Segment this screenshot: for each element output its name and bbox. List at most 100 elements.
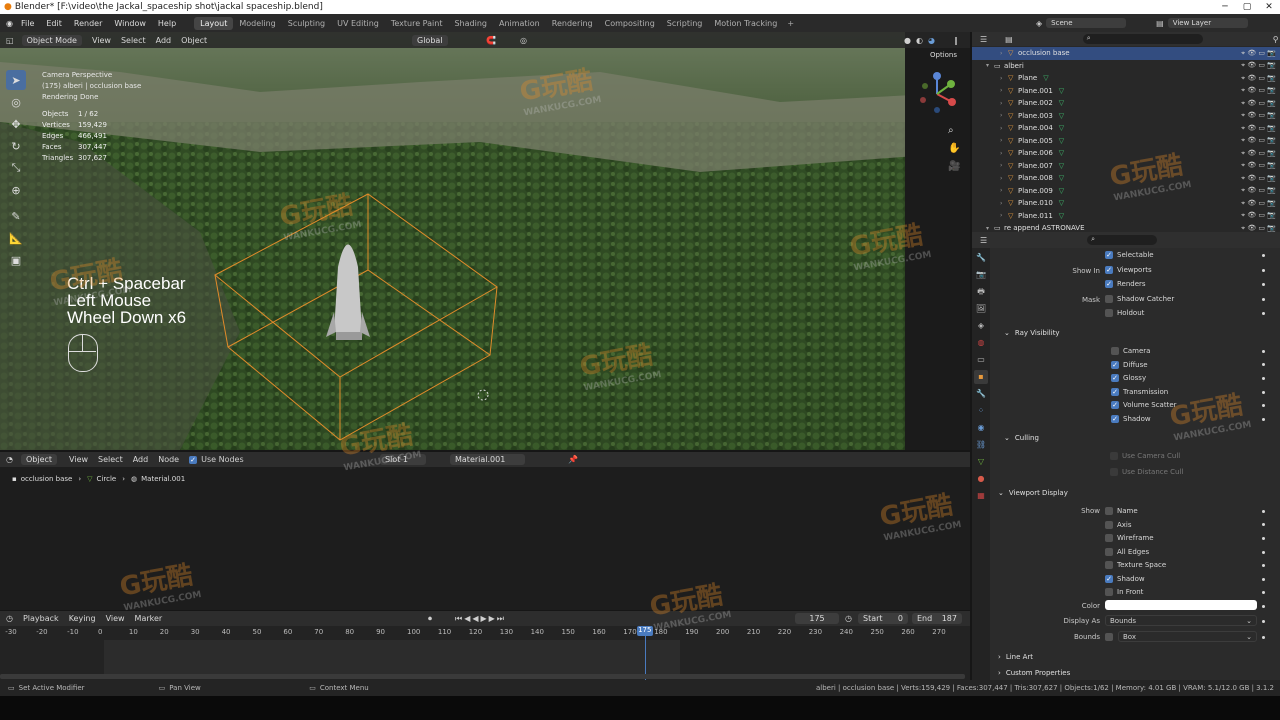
chevron-right-icon[interactable]: › xyxy=(1000,175,1008,182)
ray-transmission-checkbox[interactable]: ✓ Transmission xyxy=(1111,387,1168,396)
chevron-right-icon[interactable]: › xyxy=(1000,50,1008,57)
chevron-right-icon[interactable]: › xyxy=(1000,112,1008,119)
chevron-down-icon[interactable]: ▾ xyxy=(986,62,994,69)
workspace-tab-motion-tracking[interactable]: Motion Tracking xyxy=(708,17,783,30)
keyframe-dot-icon[interactable] xyxy=(1262,523,1265,526)
visibility-toggles[interactable]: ⌖ 👁 ▭ 📷 xyxy=(1241,149,1276,158)
renders-checkbox[interactable]: ✓ Renders xyxy=(1105,280,1146,288)
playhead-marker[interactable]: 175 xyxy=(636,626,653,636)
keyframe-dot-icon[interactable] xyxy=(1262,283,1265,286)
workspace-tab-uv-editing[interactable]: UV Editing xyxy=(331,17,385,30)
timeline-menu-marker[interactable]: Marker xyxy=(135,614,163,623)
keyframe-dot-icon[interactable] xyxy=(1262,298,1265,301)
visibility-toggles[interactable]: ⌖ 👁 ▭ 📷 xyxy=(1241,199,1276,208)
render-tab-icon[interactable]: 📷 xyxy=(974,268,988,282)
output-tab-icon[interactable]: 🖶 xyxy=(974,285,988,299)
chevron-right-icon[interactable]: › xyxy=(1000,87,1008,94)
use-nodes-checkbox[interactable]: ✓ xyxy=(189,455,198,464)
menu-help[interactable]: Help xyxy=(158,19,176,28)
keyframe-dot-icon[interactable] xyxy=(1262,537,1265,540)
workspace-tab-scripting[interactable]: Scripting xyxy=(661,17,709,30)
chevron-right-icon[interactable]: › xyxy=(1000,187,1008,194)
snap-icon[interactable]: 🧲 xyxy=(486,36,496,45)
display-name-checkbox[interactable]: Name xyxy=(1105,507,1138,515)
visibility-toggles[interactable]: ⌖ 👁 ▭ 📷 xyxy=(1241,161,1276,170)
viewport-display-panel-header[interactable]: ⌄ Viewport Display xyxy=(998,486,1272,500)
outliner-item[interactable]: › ▽ Plane.001 ▽ ⌖ 👁 ▭ 📷 xyxy=(972,85,1280,98)
texture-tab-icon[interactable]: ▦ xyxy=(974,489,988,503)
scene-tab-icon[interactable]: ◈ xyxy=(974,319,988,333)
transform-tool-icon[interactable]: ⊕ xyxy=(6,180,26,200)
bounds-type-dropdown[interactable]: Box ⌄ xyxy=(1118,631,1257,642)
view-layer-tab-icon[interactable]: 🖼 xyxy=(974,302,988,316)
timeline-editor-icon[interactable]: ◷ xyxy=(6,614,13,623)
scale-tool-icon[interactable]: ⤡ xyxy=(6,158,26,178)
visibility-toggles[interactable]: ⌖ 👁 ▭ 📷 xyxy=(1241,111,1276,120)
add-workspace-icon[interactable]: + xyxy=(787,19,794,28)
zoom-icon[interactable]: ⌕ xyxy=(948,122,960,140)
minimize-icon[interactable]: ─ xyxy=(1214,0,1236,14)
blender-menu-icon[interactable]: ◉ xyxy=(6,19,13,28)
use-camera-cull-checkbox[interactable]: Use Camera Cull xyxy=(1110,452,1180,460)
current-frame-field[interactable]: 175 xyxy=(795,613,839,624)
shadow-catcher-checkbox[interactable]: Shadow Catcher xyxy=(1105,295,1174,303)
visibility-toggles[interactable]: ⌖ 👁 ▭ 📷 xyxy=(1241,61,1276,70)
workspace-tab-sculpting[interactable]: Sculpting xyxy=(282,17,331,30)
visibility-toggles[interactable]: ⌖ 👁 ▭ 📷 xyxy=(1241,49,1276,58)
pan-hand-icon[interactable]: ✋ xyxy=(948,140,960,158)
timeline-menu-playback[interactable]: Playback xyxy=(23,614,59,623)
visibility-toggles[interactable]: ⌖ 👁 ▭ 📷 xyxy=(1241,211,1276,220)
workspace-tab-layout[interactable]: Layout xyxy=(194,16,234,30)
use-distance-cull-checkbox[interactable]: Use Distance Cull xyxy=(1110,468,1183,476)
keyframe-dot-icon[interactable] xyxy=(1262,254,1265,257)
keyframe-dot-icon[interactable] xyxy=(1262,551,1265,554)
move-tool-icon[interactable]: ✥ xyxy=(6,114,26,134)
visibility-toggles[interactable]: ⌖ 👁 ▭ 📷 xyxy=(1241,99,1276,108)
workspace-tab-modeling[interactable]: Modeling xyxy=(233,17,281,30)
workspace-tab-animation[interactable]: Animation xyxy=(493,17,546,30)
outliner-item[interactable]: › ▽ Plane.003 ▽ ⌖ 👁 ▭ 📷 xyxy=(972,110,1280,123)
chevron-right-icon[interactable]: › xyxy=(1000,150,1008,157)
timeline-scrollbar[interactable] xyxy=(0,674,965,679)
keyframe-dot-icon[interactable] xyxy=(1262,636,1265,639)
add-cube-tool-icon[interactable]: ▣ xyxy=(6,250,26,270)
custom-properties-panel-header[interactable]: › Custom Properties xyxy=(998,666,1272,680)
line-art-panel-header[interactable]: › Line Art xyxy=(998,650,1272,664)
menu-window[interactable]: Window xyxy=(114,19,146,28)
outliner-item[interactable]: › ▽ Plane.005 ▽ ⌖ 👁 ▭ 📷 xyxy=(972,135,1280,148)
chevron-right-icon[interactable]: › xyxy=(1000,125,1008,132)
node-menu-node[interactable]: Node xyxy=(158,455,179,464)
toggle-sidebar-icon[interactable]: ‖ xyxy=(954,36,958,45)
holdout-checkbox[interactable]: Holdout xyxy=(1105,309,1144,317)
rotate-tool-icon[interactable]: ↻ xyxy=(6,136,26,156)
timeline-area[interactable]: -30 -20 -10 0 10 20 30 40 50 60 70 80 90 100 110 120 130… xyxy=(0,626,970,680)
annotate-tool-icon[interactable]: ✎ xyxy=(6,206,26,226)
display-all-edges-checkbox[interactable]: All Edges xyxy=(1105,547,1149,556)
menu-file[interactable]: File xyxy=(21,19,34,28)
options-button[interactable]: Options xyxy=(930,51,957,59)
shading-solid-icon[interactable]: ● xyxy=(904,36,911,45)
selectable-checkbox[interactable]: ✓ Selectable xyxy=(1105,251,1154,259)
visibility-toggles[interactable]: ⌖ 👁 ▭ 📷 xyxy=(1241,186,1276,195)
camera-view-icon[interactable]: 🎥 xyxy=(948,158,960,176)
breadcrumb-item[interactable]: Material.001 xyxy=(141,475,185,483)
pin-icon[interactable]: 📌 xyxy=(568,455,578,464)
outliner-item[interactable]: › ▽ Plane ▽ ⌖ 👁 ▭ 📷 xyxy=(972,72,1280,85)
visibility-toggles[interactable]: ⌖ 👁 ▭ 📷 xyxy=(1241,174,1276,183)
keyframe-dot-icon[interactable] xyxy=(1262,391,1265,394)
keyframe-dot-icon[interactable] xyxy=(1262,312,1265,315)
outliner-item[interactable]: › ▽ Plane.011 ▽ ⌖ 👁 ▭ 📷 xyxy=(972,210,1280,223)
visibility-toggles[interactable]: ⌖ 👁 ▭ 📷 xyxy=(1241,124,1276,133)
mode-selector[interactable]: Object Mode xyxy=(21,34,82,46)
keyframe-dot-icon[interactable] xyxy=(1262,564,1265,567)
playback-controls[interactable]: ⏮◀◀▶▶⏭ xyxy=(455,614,506,624)
outliner-search-input[interactable]: ⌕ xyxy=(1082,34,1203,44)
3d-viewport[interactable]: Camera Perspective (175) alberi | occlus… xyxy=(0,32,970,450)
view-layer-selector[interactable]: View Layer xyxy=(1167,18,1248,28)
viewport-menu-select[interactable]: Select xyxy=(121,36,146,45)
display-mode-icon[interactable]: ▤ xyxy=(1005,35,1013,44)
keyframe-dot-icon[interactable] xyxy=(1262,363,1265,366)
shading-material-icon[interactable]: ◐ xyxy=(916,36,923,45)
world-tab-icon[interactable]: ◍ xyxy=(974,336,988,350)
properties-search-input[interactable]: ⌕ xyxy=(1087,235,1158,245)
